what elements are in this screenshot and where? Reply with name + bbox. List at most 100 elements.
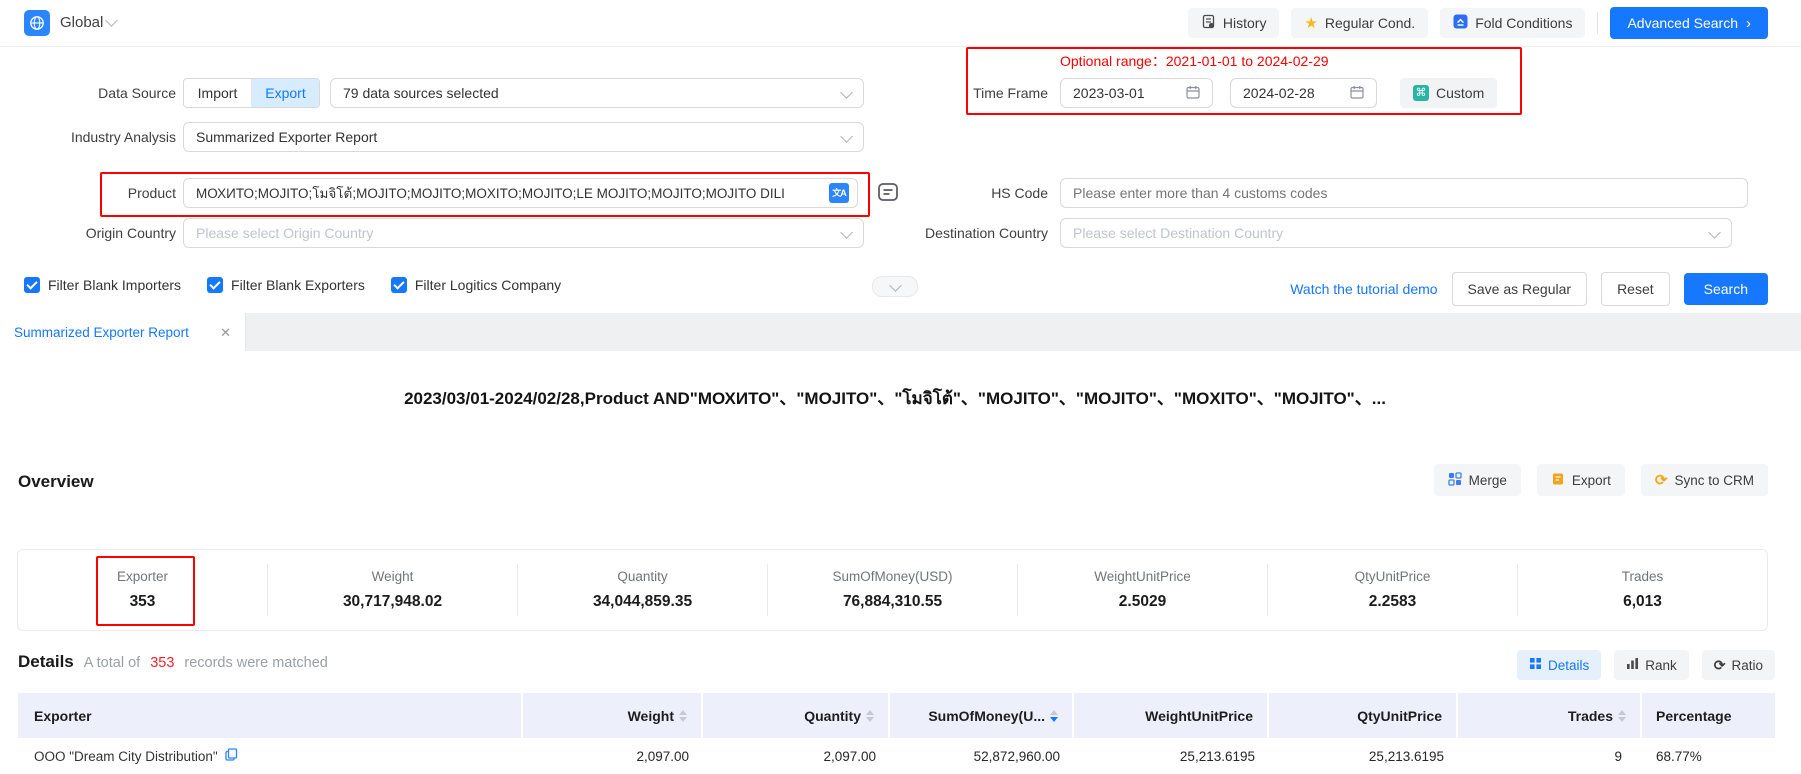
col-weight-unit-price[interactable]: WeightUnitPrice bbox=[1074, 693, 1269, 738]
form-actions: Watch the tutorial demo Save as Regular … bbox=[1290, 272, 1768, 306]
sort-icon-active[interactable] bbox=[1050, 710, 1058, 722]
date-to-value: 2024-02-28 bbox=[1243, 85, 1315, 101]
sort-icon[interactable] bbox=[679, 710, 687, 722]
cell-qty-unit-price: 25,213.6195 bbox=[1269, 738, 1458, 774]
origin-country-select[interactable]: Please select Origin Country bbox=[183, 218, 864, 248]
view-rank-label: Rank bbox=[1645, 658, 1677, 673]
merge-label: Merge bbox=[1469, 473, 1507, 488]
time-frame-label: Time Frame bbox=[838, 78, 1048, 108]
history-button[interactable]: History bbox=[1188, 8, 1280, 38]
stat-label: QtyUnitPrice bbox=[1355, 569, 1431, 584]
search-button[interactable]: Search bbox=[1684, 273, 1768, 305]
cell-quantity: 2,097.00 bbox=[703, 738, 890, 774]
query-summary: 2023/03/01-2024/02/28,Product AND"МОХИТО… bbox=[0, 384, 1790, 412]
exporter-name-link[interactable]: OOO "Dream City Distribution" bbox=[34, 749, 218, 764]
destination-country-select[interactable]: Please select Destination Country bbox=[1060, 218, 1732, 248]
filter-blank-exporters-label: Filter Blank Exporters bbox=[231, 277, 365, 293]
product-input[interactable]: МОХИТО;MOJITO;โมจิโต้;MOJITO;MOJITO;MOXI… bbox=[183, 178, 858, 208]
date-to-input[interactable]: 2024-02-28 bbox=[1230, 78, 1377, 108]
view-ratio-button[interactable]: ⟳ Ratio bbox=[1702, 650, 1775, 680]
sort-icon[interactable] bbox=[866, 710, 874, 722]
details-title: Details bbox=[18, 652, 74, 672]
star-icon: ★ bbox=[1304, 16, 1317, 31]
origin-country-placeholder: Please select Origin Country bbox=[196, 225, 373, 241]
stat-value: 2.5029 bbox=[1119, 593, 1166, 611]
view-details-button[interactable]: Details bbox=[1517, 650, 1601, 680]
sort-icon[interactable] bbox=[1618, 710, 1626, 722]
filter-logistics-company-label: Filter Logitics Company bbox=[415, 277, 561, 293]
col-percentage: Percentage bbox=[1642, 693, 1775, 738]
industry-analysis-label: Industry Analysis bbox=[0, 122, 176, 152]
collapse-form-button[interactable] bbox=[872, 276, 918, 297]
sync-to-crm-label: Sync to CRM bbox=[1674, 473, 1754, 488]
globe-icon[interactable] bbox=[24, 10, 50, 36]
cell-weight: 2,097.00 bbox=[523, 738, 703, 774]
custom-range-button[interactable]: ⌘ Custom bbox=[1400, 78, 1497, 108]
results-table: Exporter Weight Quantity SumOfMoney(U...… bbox=[18, 693, 1775, 774]
merge-icon bbox=[1448, 472, 1462, 489]
data-sources-select[interactable]: 79 data sources selected bbox=[330, 78, 864, 108]
view-details-label: Details bbox=[1548, 658, 1589, 673]
history-icon bbox=[1201, 14, 1216, 32]
stat-value: 6,013 bbox=[1623, 593, 1662, 611]
stat-sum-of-money: SumOfMoney(USD) 76,884,310.55 bbox=[768, 550, 1017, 630]
stat-label: WeightUnitPrice bbox=[1094, 569, 1191, 584]
export-toggle[interactable]: Export bbox=[252, 79, 319, 107]
fold-conditions-button[interactable]: Fold Conditions bbox=[1440, 8, 1585, 38]
tutorial-demo-link[interactable]: Watch the tutorial demo bbox=[1290, 281, 1437, 297]
advanced-search-label: Advanced Search bbox=[1627, 15, 1738, 31]
import-toggle[interactable]: Import bbox=[184, 79, 252, 107]
destination-country-placeholder: Please select Destination Country bbox=[1073, 225, 1283, 241]
save-as-regular-button[interactable]: Save as Regular bbox=[1452, 272, 1588, 306]
advanced-search-button[interactable]: Advanced Search › bbox=[1610, 7, 1768, 39]
industry-analysis-select[interactable]: Summarized Exporter Report bbox=[183, 122, 864, 152]
ratio-icon: ⟳ bbox=[1714, 658, 1726, 672]
col-quantity[interactable]: Quantity bbox=[703, 693, 890, 738]
history-label: History bbox=[1223, 15, 1267, 31]
data-source-segment: Import Export bbox=[183, 78, 320, 108]
export-button[interactable]: Export bbox=[1537, 464, 1625, 496]
hs-code-label: HS Code bbox=[838, 178, 1048, 208]
table-row[interactable]: OOO "Dream City Distribution" 2,097.00 2… bbox=[18, 738, 1775, 774]
col-weight[interactable]: Weight bbox=[523, 693, 703, 738]
region-selector-label[interactable]: Global bbox=[60, 0, 103, 46]
product-value: МОХИТО;MOJITO;โมจิโต้;MOJITO;MOJITO;MOXI… bbox=[196, 182, 785, 204]
date-from-input[interactable]: 2023-03-01 bbox=[1060, 78, 1213, 108]
stat-label: Trades bbox=[1622, 569, 1664, 584]
col-exporter[interactable]: Exporter bbox=[18, 693, 523, 738]
tab-summarized-exporter-report[interactable]: Summarized Exporter Report ✕ bbox=[0, 313, 246, 351]
stat-weight-unit-price: WeightUnitPrice 2.5029 bbox=[1018, 550, 1267, 630]
col-qty-unit-price[interactable]: QtyUnitPrice bbox=[1269, 693, 1458, 738]
col-trades[interactable]: Trades bbox=[1458, 693, 1642, 738]
checkbox-checked-icon bbox=[207, 277, 223, 293]
cell-trades: 9 bbox=[1458, 738, 1642, 774]
filter-logistics-company-checkbox[interactable]: Filter Logitics Company bbox=[391, 277, 561, 293]
calendar-icon bbox=[1186, 85, 1200, 102]
details-header: Details A total of 353 records were matc… bbox=[18, 652, 328, 672]
details-total-count: 353 bbox=[150, 655, 174, 671]
hs-code-input[interactable] bbox=[1061, 179, 1747, 207]
top-bar: Global History ★ Regular Cond. Fold Cond… bbox=[0, 0, 1801, 47]
close-icon[interactable]: ✕ bbox=[220, 326, 231, 339]
cell-exporter: OOO "Dream City Distribution" bbox=[18, 738, 523, 774]
stat-value: 2.2583 bbox=[1369, 593, 1416, 611]
overview-stats-card: Exporter 353 Weight 30,717,948.02 Quanti… bbox=[17, 549, 1768, 631]
sync-to-crm-button[interactable]: ⟳ Sync to CRM bbox=[1641, 464, 1768, 496]
view-rank-button[interactable]: Rank bbox=[1614, 650, 1689, 680]
tab-strip bbox=[0, 313, 1801, 351]
region-chevron-down-icon[interactable] bbox=[107, 20, 116, 25]
command-icon: ⌘ bbox=[1413, 85, 1429, 101]
product-label: Product bbox=[0, 178, 176, 208]
merge-button[interactable]: Merge bbox=[1434, 464, 1521, 496]
regular-cond-button[interactable]: ★ Regular Cond. bbox=[1291, 8, 1428, 38]
filter-blank-importers-checkbox[interactable]: Filter Blank Importers bbox=[24, 277, 181, 293]
reset-button[interactable]: Reset bbox=[1601, 272, 1670, 306]
export-icon bbox=[1551, 472, 1565, 489]
col-sum-of-money[interactable]: SumOfMoney(U... bbox=[890, 693, 1074, 738]
regular-cond-label: Regular Cond. bbox=[1325, 15, 1415, 31]
stat-value: 353 bbox=[130, 593, 156, 611]
stat-qty-unit-price: QtyUnitPrice 2.2583 bbox=[1268, 550, 1517, 630]
copy-icon[interactable] bbox=[225, 748, 238, 764]
filter-blank-exporters-checkbox[interactable]: Filter Blank Exporters bbox=[207, 277, 365, 293]
stat-label: Quantity bbox=[617, 569, 667, 584]
